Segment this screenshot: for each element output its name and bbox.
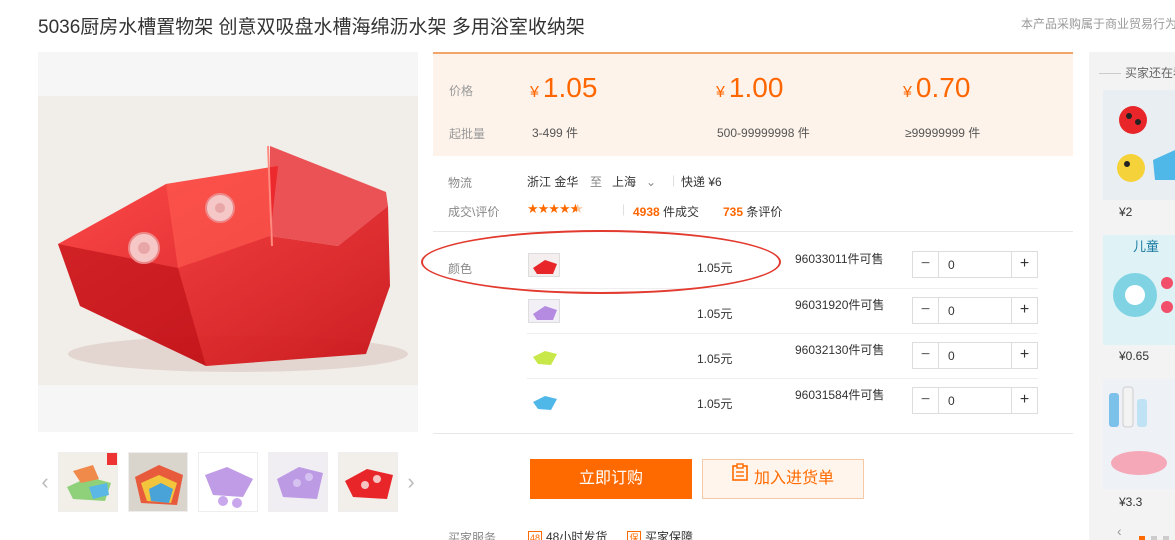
main-product-image[interactable] xyxy=(38,52,418,432)
recommended-price-1: ¥2 xyxy=(1119,205,1133,219)
decrease-button[interactable]: − xyxy=(913,343,939,368)
color-swatch-purple[interactable] xyxy=(528,299,560,323)
quantity-stepper: − + xyxy=(912,251,1038,278)
sku-stock: 96033011件可售 xyxy=(795,252,884,266)
price-label: 价格 xyxy=(449,84,474,98)
thumbnail-4[interactable] xyxy=(268,452,328,512)
sku-price: 1.05元 xyxy=(697,352,733,366)
sku-price: 1.05元 xyxy=(697,307,733,321)
ship-to-word: 至 xyxy=(590,175,603,189)
recommendations-sidebar: 买家还在看 ¥2 儿童 ¥0.65 ¥3.3 ‹ xyxy=(1089,52,1175,540)
services-label: 买家服务 xyxy=(448,531,497,540)
color-swatch-red[interactable] xyxy=(528,253,560,277)
recommended-item-3[interactable] xyxy=(1103,379,1175,489)
recommended-item-1[interactable] xyxy=(1103,90,1175,200)
quantity-stepper: − + xyxy=(912,342,1038,369)
tier-range-1: 3-499 件 xyxy=(532,126,579,140)
sku-stock: 96031584件可售 xyxy=(795,388,885,402)
recommended-caption-2: 儿童 xyxy=(1133,239,1159,255)
carousel-dots xyxy=(1139,529,1175,540)
thumb-prev-arrow-icon[interactable]: ‹ xyxy=(38,470,52,494)
sku-row: 1.05元 96031584件可售 − + xyxy=(433,379,1038,424)
sku-stock: 96032130件可售 xyxy=(795,343,885,357)
color-swatch-green[interactable] xyxy=(528,344,560,368)
increase-button[interactable]: + xyxy=(1011,298,1037,323)
sink-rack-illustration xyxy=(58,145,408,372)
express-fee: 快递 ¥6 xyxy=(681,175,722,189)
increase-button[interactable]: + xyxy=(1011,343,1037,368)
quantity-stepper: − + xyxy=(912,297,1038,324)
recommended-price-2: ¥0.65 xyxy=(1119,349,1150,363)
divider xyxy=(433,433,1073,434)
tier-range-2: 500-99999998 件 xyxy=(717,126,810,140)
thumb-next-arrow-icon[interactable]: › xyxy=(404,470,418,494)
review-count[interactable]: 735 条评价 xyxy=(723,203,782,220)
moq-label: 起批量 xyxy=(449,127,486,141)
sidebar-title: 买家还在看 xyxy=(1089,64,1175,81)
tier-price-2: ¥1.00 xyxy=(716,72,784,103)
price-box: 价格 起批量 ¥1.05 ¥1.00 ¥0.70 3-499 件 500-999… xyxy=(433,52,1073,156)
decrease-button[interactable]: − xyxy=(913,252,939,277)
sidebar-prev-arrow-icon[interactable]: ‹ xyxy=(1117,523,1122,539)
add-to-purchase-list-button[interactable]: 加入进货单 xyxy=(702,459,864,499)
quantity-input[interactable] xyxy=(940,253,1010,276)
sku-row: 1.05元 96033011件可售 − + xyxy=(433,243,1038,288)
decrease-button[interactable]: − xyxy=(913,388,939,413)
thumbnail-strip: ‹ › xyxy=(38,452,422,512)
tier-price-1: ¥1.05 xyxy=(530,72,598,103)
tier-range-3: ≥99999999 件 xyxy=(905,126,981,140)
chevron-down-icon: ⌄ xyxy=(646,175,657,189)
rating-stars-icon: ★★★★★★ xyxy=(527,201,583,216)
separator: | xyxy=(672,173,676,187)
guarantee-badge-icon: 保 xyxy=(627,530,641,540)
clipboard-icon xyxy=(732,458,748,496)
deal-count[interactable]: 4938 件成交 xyxy=(633,203,699,220)
quantity-input[interactable] xyxy=(940,344,1010,367)
thumbnail-2[interactable] xyxy=(128,452,188,512)
trade-notice: 本产品采购属于商业贸易行为 xyxy=(1021,17,1175,31)
carousel-dot[interactable] xyxy=(1139,536,1145,540)
thumbnail-1[interactable] xyxy=(58,452,118,512)
ship-from: 浙江 金华 xyxy=(527,175,579,189)
carousel-dot[interactable] xyxy=(1151,536,1157,540)
48h-badge-icon: 48 xyxy=(528,530,542,540)
sku-row: 1.05元 96031920件可售 − + xyxy=(433,289,1038,334)
ship-to-select[interactable]: 上海 ⌄ xyxy=(612,173,656,190)
decrease-button[interactable]: − xyxy=(913,298,939,323)
product-title: 5036厨房水槽置物架 创意双吸盘水槽海绵沥水架 多用浴室收纳架 xyxy=(38,17,585,38)
increase-button[interactable]: + xyxy=(1011,388,1037,413)
quantity-input[interactable] xyxy=(940,299,1010,322)
sku-price: 1.05元 xyxy=(697,261,733,275)
separator: | xyxy=(622,202,626,216)
reviews-label: 成交\评价 xyxy=(448,205,500,219)
carousel-dot[interactable] xyxy=(1163,536,1169,540)
sku-row: 1.05元 96032130件可售 − + xyxy=(433,334,1038,379)
service-guarantee[interactable]: 保买家保障 xyxy=(627,528,693,540)
increase-button[interactable]: + xyxy=(1011,252,1037,277)
service-48h[interactable]: 48 48小时发货 xyxy=(528,528,607,540)
recommended-item-2[interactable]: 儿童 xyxy=(1103,235,1175,345)
ship-to-city: 上海 xyxy=(612,175,637,189)
recommended-price-3: ¥3.3 xyxy=(1119,495,1143,509)
buy-now-button[interactable]: 立即订购 xyxy=(530,459,692,499)
logistics-label: 物流 xyxy=(448,176,473,190)
divider xyxy=(433,231,1073,232)
thumbnail-3[interactable] xyxy=(198,452,258,512)
sku-stock: 96031920件可售 xyxy=(795,298,885,312)
quantity-stepper: − + xyxy=(912,387,1038,414)
add-to-list-label: 加入进货单 xyxy=(753,470,834,487)
quantity-input[interactable] xyxy=(940,389,1010,412)
thumbnail-5[interactable] xyxy=(338,452,398,512)
tier-price-3: ¥0.70 xyxy=(903,72,971,103)
color-swatch-blue[interactable] xyxy=(528,389,560,413)
sku-price: 1.05元 xyxy=(697,397,733,411)
